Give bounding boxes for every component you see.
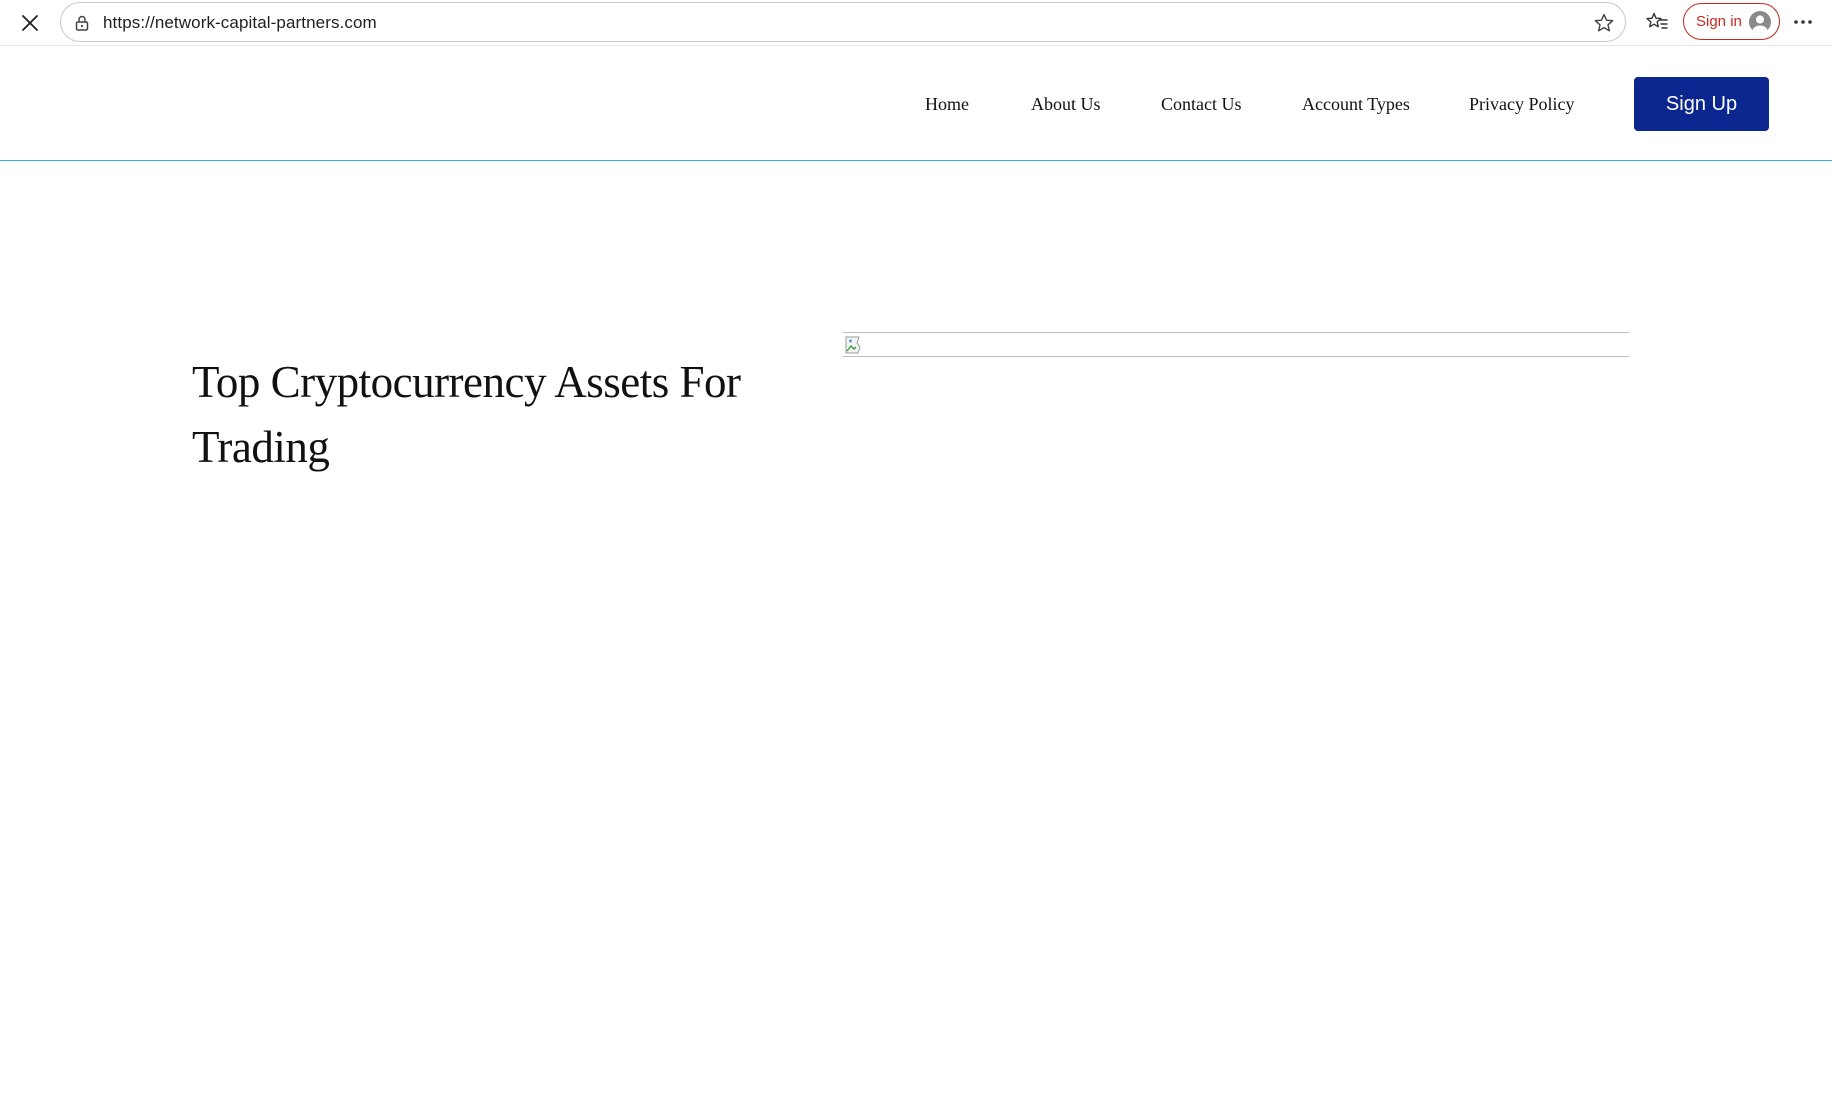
hero-title: Top Cryptocurrency Assets For Trading	[192, 357, 741, 472]
sign-up-button[interactable]: Sign Up	[1634, 77, 1769, 131]
url-text[interactable]: https://network-capital-partners.com	[103, 13, 377, 33]
close-icon[interactable]	[16, 9, 44, 37]
nav-about-us[interactable]: About Us	[1031, 94, 1101, 115]
sign-in-button[interactable]: Sign in	[1683, 3, 1780, 40]
browser-toolbar: https://network-capital-partners.com Sig…	[0, 0, 1832, 46]
star-icon[interactable]	[1593, 12, 1615, 34]
address-bar[interactable]: https://network-capital-partners.com	[60, 2, 1626, 42]
hero-image	[843, 332, 1629, 357]
nav-privacy-policy[interactable]: Privacy Policy	[1469, 94, 1575, 115]
nav-contact-us[interactable]: Contact Us	[1161, 94, 1242, 115]
favorites-icon[interactable]	[1645, 10, 1669, 34]
site-header: Home About Us Contact Us Account Types P…	[0, 46, 1832, 161]
more-icon[interactable]	[1791, 12, 1815, 32]
nav-home[interactable]: Home	[925, 94, 969, 115]
broken-image-icon	[844, 334, 866, 356]
nav-account-types[interactable]: Account Types	[1302, 94, 1410, 115]
sign-in-label: Sign in	[1696, 13, 1742, 30]
avatar-icon	[1749, 11, 1771, 33]
lock-icon[interactable]	[73, 14, 91, 32]
main-nav: Home About Us Contact Us Account Types P…	[0, 46, 1832, 161]
